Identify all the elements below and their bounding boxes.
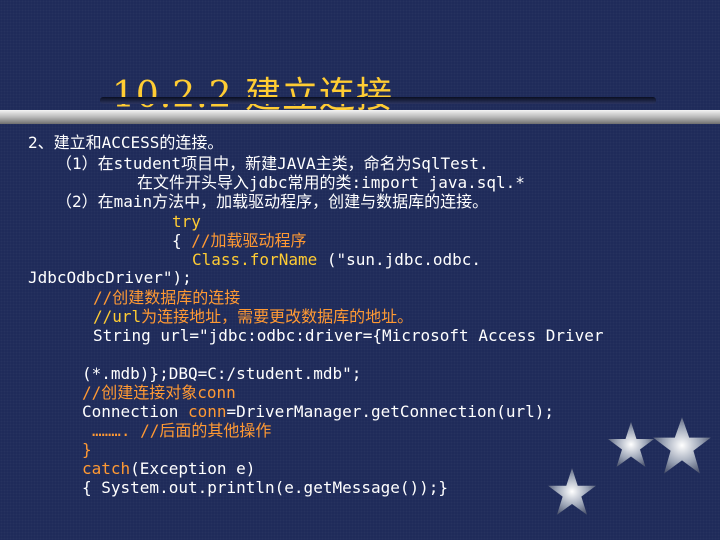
code-catch-line: catch(Exception e) <box>82 459 255 478</box>
code-catch-keyword: catch <box>82 459 131 478</box>
comment-create-connection: //创建数据库的连接 <box>93 288 241 307</box>
code-line-classforname: Class.forName ("sun.jdbc.odbc. <box>192 250 481 269</box>
comment-create-conn-object: //创建连接对象conn <box>82 383 236 402</box>
code-conn-variable: conn <box>187 402 227 421</box>
comment-load-driver: //加载驱动程序 <box>191 231 307 250</box>
comment-other-ops-text: //后面的其他操作 <box>130 421 272 440</box>
comment-conn-name: conn <box>197 383 236 402</box>
code-brace-close: } <box>82 440 92 459</box>
code-connection-type: Connection <box>82 402 188 421</box>
code-getconnection: =DriverManager.getConnection(url); <box>226 402 555 421</box>
star-icon <box>653 417 711 474</box>
comment-create-conn-text: //创建连接对象 <box>82 383 198 402</box>
code-exception-param: (Exception e) <box>130 459 256 478</box>
comment-url-line: //url为连接地址，需要更改数据库的地址。 <box>93 307 413 326</box>
code-try: try <box>172 212 201 231</box>
code-classforname: Class.forName <box>192 250 318 269</box>
code-brace-open: { <box>172 231 192 250</box>
code-println-line: { System.out.println(e.getMessage());} <box>82 478 449 497</box>
code-line-brace: { //加载驱动程序 <box>172 231 307 250</box>
code-url-string-cont: (*.mdb)};DBQ=C:/student.mdb"; <box>82 364 362 383</box>
silver-divider-bar <box>0 110 720 124</box>
star-icon <box>548 468 596 515</box>
text-line-2: （1）在student项目中，新建JAVA主类，命名为SqlTest. <box>56 154 489 173</box>
comment-other-ops: ………. //后面的其他操作 <box>92 421 271 440</box>
code-connection-line: Connection conn=DriverManager.getConnect… <box>82 402 554 421</box>
text-line-1: 2、建立和ACCESS的连接。 <box>28 133 224 152</box>
code-url-string: String url="jdbc:odbc:driver={Microsoft … <box>93 326 604 345</box>
code-driver-string-start: ("sun.jdbc.odbc. <box>317 250 481 269</box>
title-underline <box>100 97 656 104</box>
text-line-4: （2）在main方法中，加载驱动程序，创建与数据库的连接。 <box>56 192 489 211</box>
text-line-3: 在文件开头导入jdbc常用的类:import java.sql.* <box>137 173 525 192</box>
code-line-driver-end: JdbcOdbcDriver"); <box>28 268 192 287</box>
comment-url-prefix: //url <box>93 307 142 326</box>
star-icon <box>608 422 654 467</box>
ellipsis-dots: ………. <box>92 421 131 440</box>
comment-url-text: 为连接地址，需要更改数据库的地址。 <box>141 307 414 326</box>
